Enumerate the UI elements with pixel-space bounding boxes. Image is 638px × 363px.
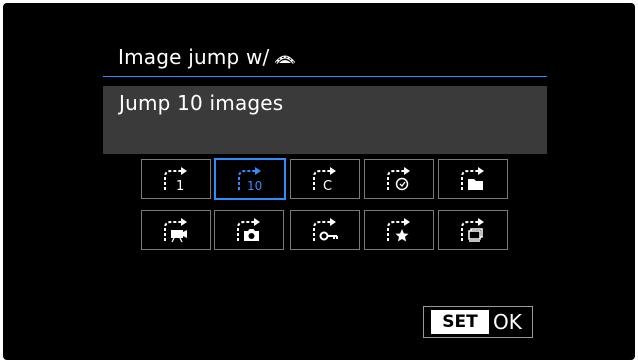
jump-stills-icon xyxy=(237,218,260,241)
current-setting-value: Jump 10 images xyxy=(119,91,284,115)
jump-1-image-icon: 1 xyxy=(164,167,187,192)
title-divider xyxy=(103,76,547,77)
option-jump-by-series[interactable] xyxy=(438,210,508,250)
jump-by-folder-icon xyxy=(461,167,484,190)
jump-by-rating-icon xyxy=(387,218,410,242)
menu-title: Image jump w/ xyxy=(118,45,297,69)
jump-by-date-icon xyxy=(387,167,410,191)
option-jump-1-image[interactable]: 1 xyxy=(141,159,211,199)
current-setting-box: Jump 10 images xyxy=(103,86,547,154)
option-jump-specified[interactable]: C xyxy=(290,159,360,199)
jump-10-glyph: 10 xyxy=(247,179,262,192)
option-jump-by-folder[interactable] xyxy=(438,159,508,199)
jump-protected-icon xyxy=(313,218,338,241)
option-jump-stills[interactable] xyxy=(214,210,284,250)
ok-label: OK xyxy=(493,310,522,334)
menu-title-text: Image jump w/ xyxy=(118,45,270,69)
option-jump-movies[interactable] xyxy=(141,210,211,250)
jump-specified-images-icon: C xyxy=(313,167,336,192)
jump-1-glyph: 1 xyxy=(176,179,184,192)
set-ok-button[interactable]: SET OK xyxy=(423,306,533,338)
jump-by-series-icon xyxy=(461,218,484,242)
set-label: SET xyxy=(431,310,489,334)
jump-10-images-icon: 10 xyxy=(238,167,262,192)
option-jump-10-images[interactable]: 10 xyxy=(214,158,286,200)
option-jump-protected[interactable] xyxy=(290,210,360,250)
jump-movies-icon xyxy=(164,218,187,243)
jump-c-glyph: C xyxy=(323,179,332,192)
option-jump-by-rating[interactable] xyxy=(364,210,434,250)
main-dial-icon xyxy=(275,55,296,64)
option-jump-by-date[interactable] xyxy=(364,159,434,199)
